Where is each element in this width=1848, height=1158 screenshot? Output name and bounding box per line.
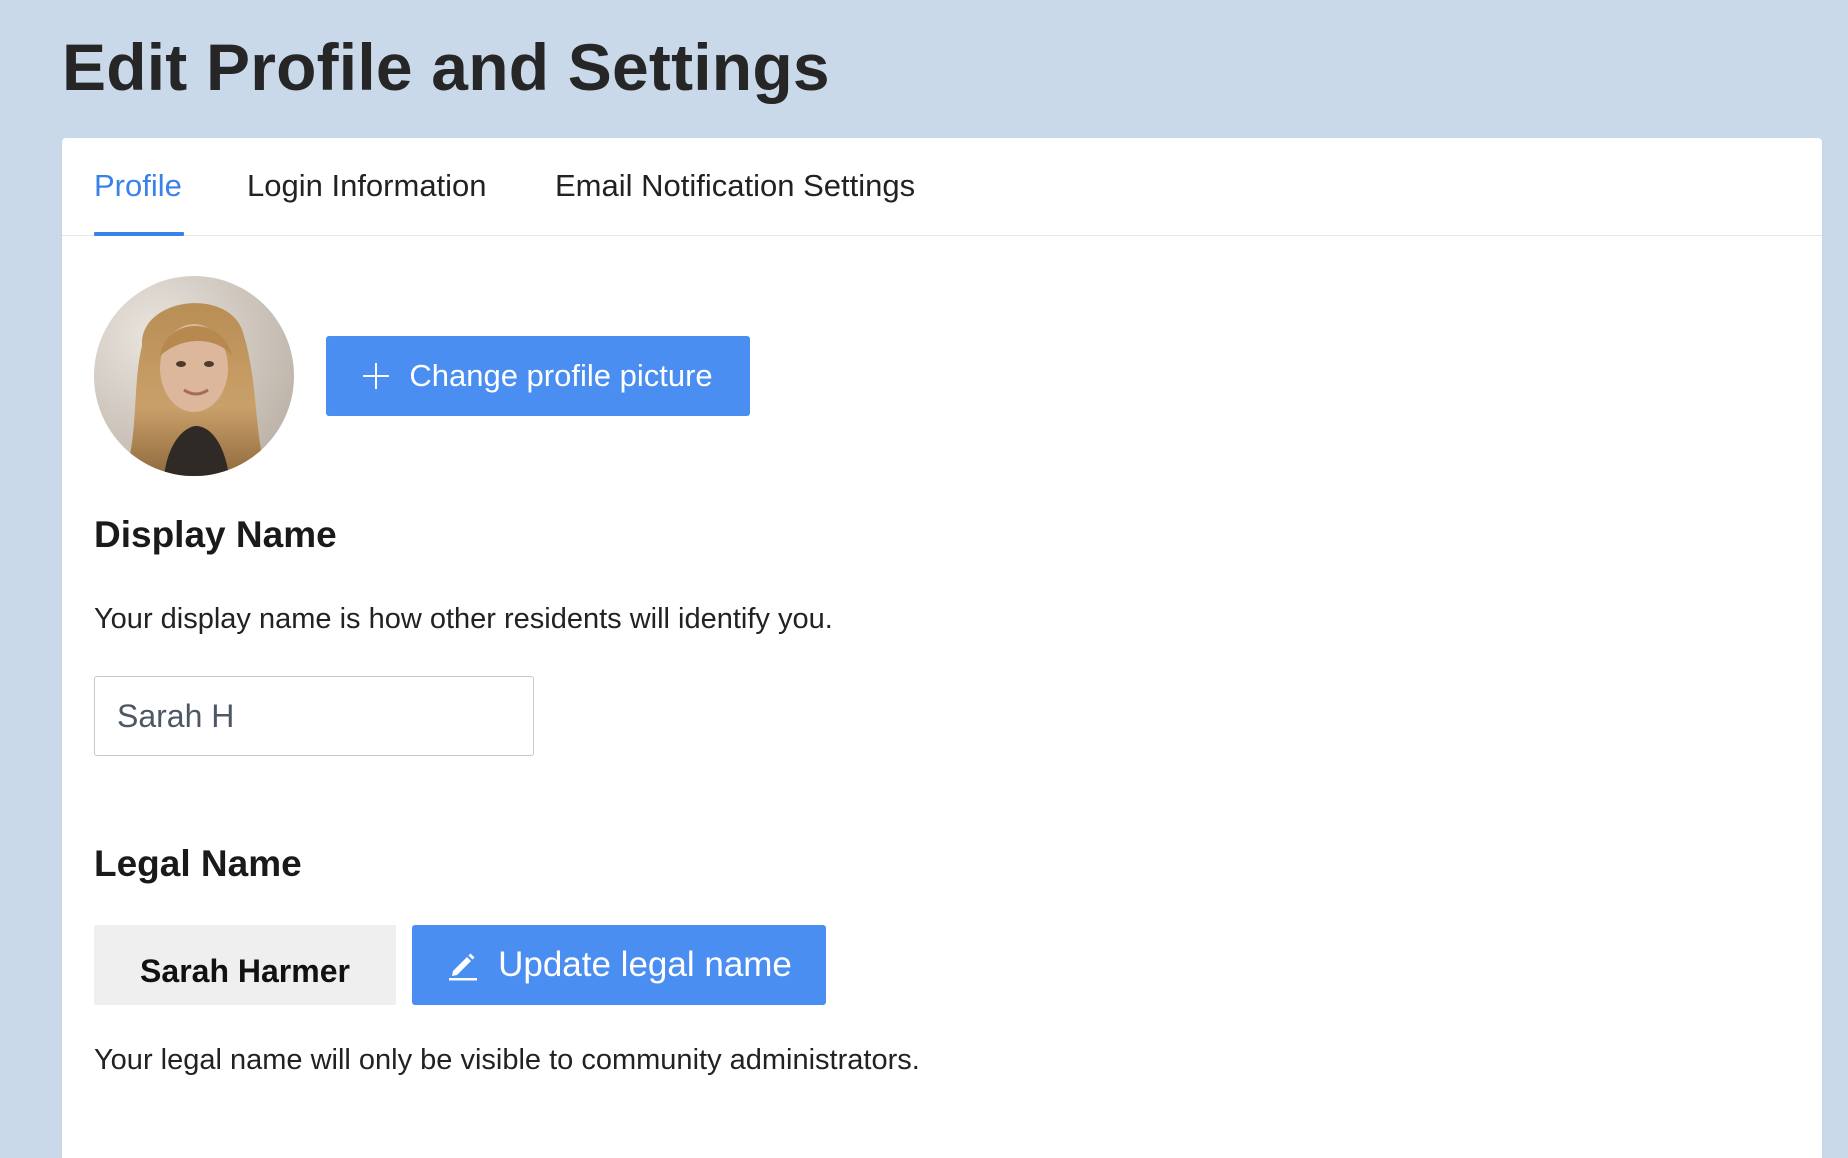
display-name-heading: Display Name xyxy=(94,514,337,555)
tab-login-information[interactable]: Login Information xyxy=(247,138,487,235)
tab-bar: Profile Login Information Email Notifica… xyxy=(62,138,1822,236)
update-legal-name-label: Update legal name xyxy=(498,945,792,984)
display-name-input[interactable] xyxy=(94,676,534,756)
profile-photo xyxy=(94,276,294,476)
tab-email-notification-settings[interactable]: Email Notification Settings xyxy=(555,138,915,235)
page-title: Edit Profile and Settings xyxy=(62,30,830,104)
tab-profile[interactable]: Profile xyxy=(94,138,184,236)
avatar xyxy=(94,276,294,476)
update-legal-name-button[interactable]: Update legal name xyxy=(412,925,826,1005)
settings-card: Profile Login Information Email Notifica… xyxy=(62,138,1822,1158)
change-profile-picture-label: Change profile picture xyxy=(409,358,713,393)
plus-icon xyxy=(363,363,390,389)
legal-name-value: Sarah Harmer xyxy=(94,925,396,1005)
legal-name-heading: Legal Name xyxy=(94,843,302,884)
legal-name-help-text: Your legal name will only be visible to … xyxy=(94,1044,920,1076)
display-name-help-text: Your display name is how other residents… xyxy=(94,603,833,635)
pencil-icon xyxy=(446,948,480,982)
change-profile-picture-button[interactable]: Change profile picture xyxy=(326,336,750,416)
